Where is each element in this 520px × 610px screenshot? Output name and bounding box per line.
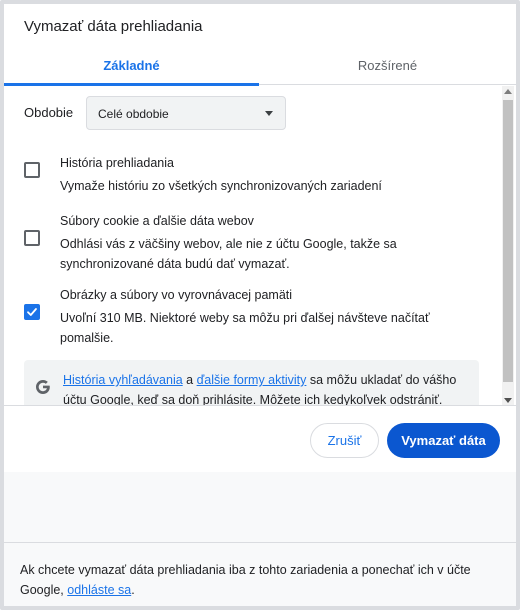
clear-data-button[interactable]: Vymazať dáta — [387, 423, 500, 458]
google-account-info-box: História vyhľadávania a ďalšie formy akt… — [24, 360, 479, 406]
vertical-scrollbar[interactable] — [502, 86, 514, 406]
tab-basic-label: Základné — [103, 58, 160, 73]
options-scroll-area[interactable]: Obdobie Celé obdobie História prehliadan… — [4, 86, 516, 406]
google-g-icon — [36, 380, 50, 394]
cached-files-checkbox[interactable] — [24, 304, 40, 320]
cancel-button[interactable]: Zrušiť — [310, 423, 379, 458]
option-cached-files: Obrázky a súbory vo vyrovnávacej pamäti … — [24, 288, 494, 348]
search-history-link[interactable]: História vyhľadávania — [63, 373, 183, 387]
option-cookies: Súbory cookie a ďalšie dáta webov Odhlás… — [24, 214, 494, 274]
tab-bar: Základné Rozšírené — [4, 48, 516, 86]
option-title: Súbory cookie a ďalšie dáta webov — [60, 214, 254, 228]
option-description: Uvoľní 310 MB. Niektoré weby sa môžu pri… — [60, 311, 430, 345]
browsing-history-checkbox[interactable] — [24, 162, 40, 178]
time-range-label: Obdobie — [24, 105, 74, 120]
dialog-actions: Zrušiť Vymazať dáta — [4, 406, 516, 472]
cookies-checkbox[interactable] — [24, 230, 40, 246]
option-description: Vymaže históriu zo všetkých synchronizov… — [60, 179, 382, 193]
dialog-title: Vymazať dáta prehliadania — [24, 18, 203, 35]
info-text: História vyhľadávania a ďalšie formy akt… — [63, 370, 463, 406]
footer-end: . — [131, 583, 135, 597]
option-title: História prehliadania — [60, 156, 174, 170]
tab-advanced[interactable]: Rozšírené — [259, 48, 516, 85]
tab-basic[interactable]: Základné — [4, 48, 259, 86]
tab-advanced-label: Rozšírené — [357, 58, 418, 73]
scroll-up-arrow-icon[interactable] — [504, 89, 512, 94]
clear-browsing-data-dialog: Vymazať dáta prehliadania Základné Rozší… — [4, 4, 516, 606]
sign-out-link[interactable]: odhláste sa — [67, 583, 131, 597]
time-range-select[interactable]: Celé obdobie — [86, 96, 286, 130]
option-description: Odhlási vás z väčšiny webov, ale nie z ú… — [60, 237, 397, 271]
checkmark-icon — [27, 308, 37, 316]
scrollbar-thumb[interactable] — [503, 100, 513, 382]
option-browsing-history: História prehliadania Vymaže históriu zo… — [24, 156, 494, 196]
footer-divider — [4, 542, 516, 543]
other-activity-link[interactable]: ďalšie formy aktivity — [197, 373, 307, 387]
info-connector: a — [182, 373, 197, 387]
dropdown-arrow-icon — [265, 111, 273, 116]
time-range-row: Obdobie Celé obdobie — [24, 96, 494, 130]
option-title: Obrázky a súbory vo vyrovnávacej pamäti — [60, 288, 293, 302]
dialog-footer: Ak chcete vymazať dáta prehliadania iba … — [4, 472, 516, 606]
scroll-down-arrow-icon[interactable] — [504, 398, 512, 403]
footer-text: Ak chcete vymazať dáta prehliadania iba … — [20, 560, 506, 600]
time-range-value: Celé obdobie — [98, 107, 169, 121]
